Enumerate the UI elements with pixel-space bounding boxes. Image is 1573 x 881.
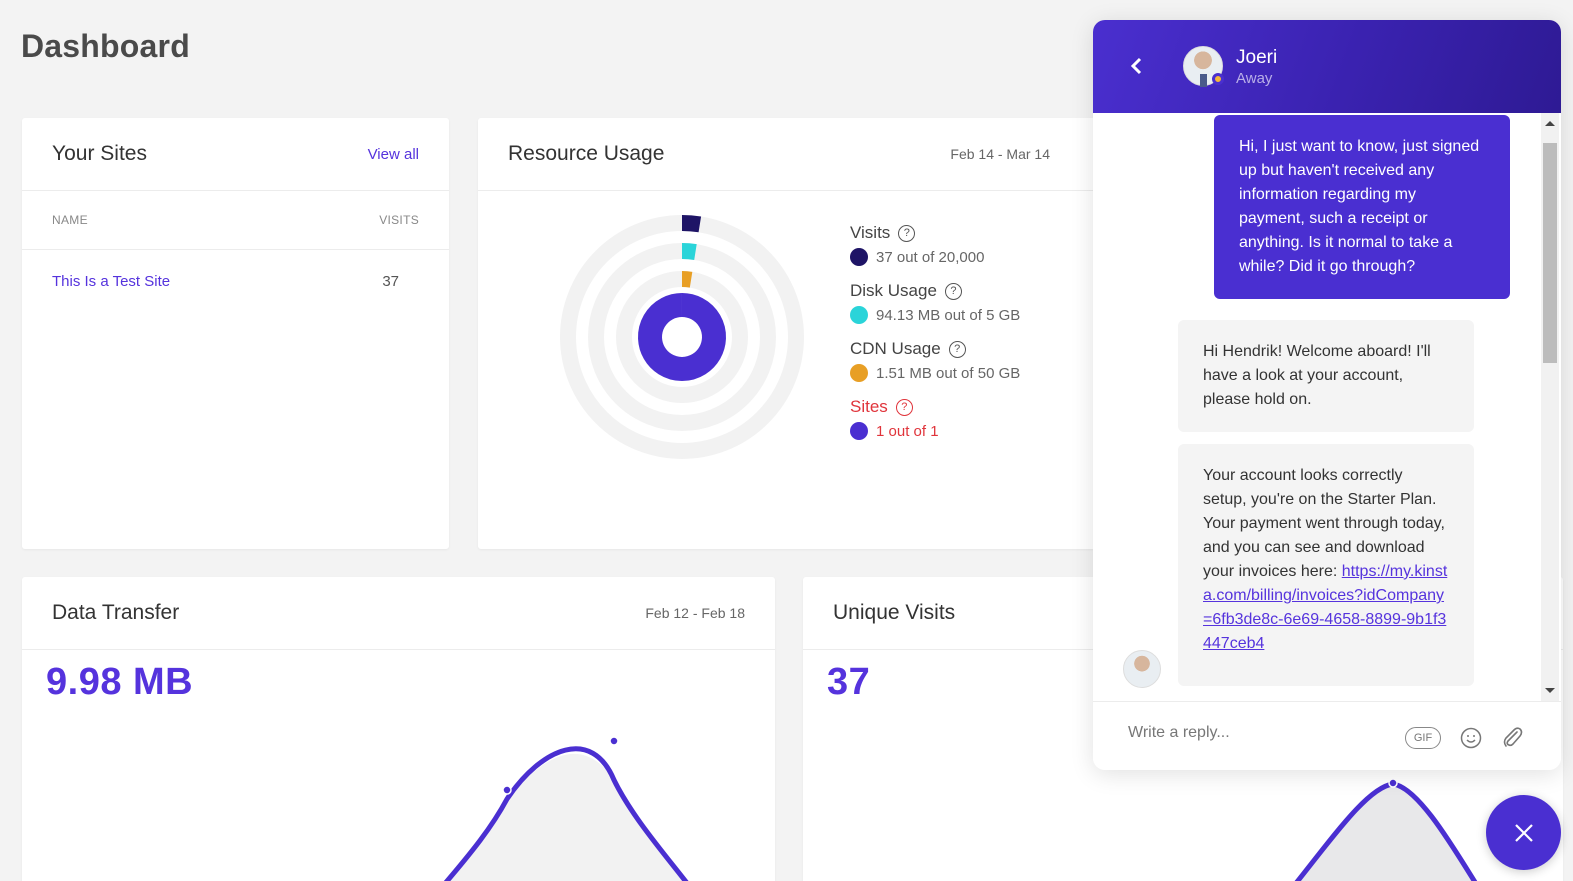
legend-disk-label: Disk Usage [850,281,937,300]
reply-input[interactable] [1128,724,1388,742]
unique-visits-total: 37 [827,661,871,703]
resource-date-range: Feb 14 - Mar 14 [950,146,1050,162]
legend-sites: Sites? 1 out of 1 [850,396,1020,440]
column-visits: VISITS [379,213,419,227]
agent-message: Hi Hendrik! Welcome aboard! I'll have a … [1178,320,1474,432]
paperclip-icon[interactable] [1501,726,1523,750]
legend-cdn-value: 1.51 MB out of 50 GB [876,364,1021,382]
chat-messages: Hi, I just want to know, just signed up … [1093,113,1561,701]
agent-status: Away [1236,70,1273,87]
ring-arc-visits [681,215,702,233]
view-all-link[interactable]: View all [368,146,419,163]
data-transfer-area [447,753,685,881]
data-point [502,785,512,795]
close-chat-button[interactable] [1486,795,1561,870]
legend-visits-value: 37 out of 20,000 [876,248,985,266]
site-link[interactable]: This Is a Test Site [52,273,170,290]
gif-button[interactable]: GIF [1405,727,1441,749]
unique-visits-area [1297,784,1475,881]
legend-sites-value: 1 out of 1 [876,422,939,440]
data-transfer-card: Data Transfer Feb 12 - Feb 18 9.98 MB [22,577,775,881]
ring-arc-cdn-usage [681,271,693,288]
resource-radial-chart [560,215,804,459]
scroll-thumb[interactable] [1543,143,1557,363]
user-message: Hi, I just want to know, just signed up … [1214,115,1510,299]
agent-name: Joeri [1236,47,1278,68]
back-chevron-icon[interactable] [1123,52,1151,80]
disk-color-dot [850,306,868,324]
help-icon[interactable]: ? [944,282,962,300]
away-status-dot [1212,73,1224,85]
page-title: Dashboard [21,28,190,64]
scroll-up-arrow-icon[interactable] [1545,121,1555,126]
data-transfer-date-range: Feb 12 - Feb 18 [645,605,745,621]
visits-color-dot [850,248,868,266]
legend-disk-usage: Disk Usage? 94.13 MB out of 5 GB [850,280,1020,324]
your-sites-title: Your Sites [52,142,147,165]
chat-widget: Joeri Away Hi, I just want to know, just… [1093,20,1561,770]
emoji-icon[interactable] [1460,727,1482,749]
data-point [1388,778,1398,788]
cdn-color-dot [850,364,868,382]
help-icon[interactable]: ? [948,340,966,358]
agent-message: Your account looks correctly setup, you'… [1178,444,1474,686]
legend-cdn-label: CDN Usage [850,339,941,358]
legend-visits-label: Visits [850,223,891,242]
table-row: This Is a Test Site 37 [22,250,449,313]
scroll-down-arrow-icon[interactable] [1545,688,1555,693]
site-visits: 37 [382,273,399,290]
unique-visits-title: Unique Visits [833,601,956,624]
help-icon[interactable]: ? [895,398,913,416]
data-point [609,737,619,746]
legend-visits: Visits? 37 out of 20,000 [850,222,1020,266]
column-name: NAME [52,213,88,227]
sites-color-dot [850,422,868,440]
data-transfer-total: 9.98 MB [46,661,194,703]
legend-disk-value: 94.13 MB out of 5 GB [876,306,1021,324]
legend-sites-label: Sites [850,397,888,416]
agent-small-avatar [1123,650,1161,688]
sites-table-header: NAME VISITS [22,191,449,250]
data-transfer-title: Data Transfer [52,601,180,624]
chat-header: Joeri Away [1093,20,1561,113]
your-sites-card: Your Sites View all NAME VISITS This Is … [22,118,449,549]
resource-usage-title: Resource Usage [508,142,665,165]
resource-legend: Visits? 37 out of 20,000 Disk Usage? 94.… [850,222,1020,454]
chat-scrollbar[interactable] [1541,113,1559,701]
close-icon [1514,823,1533,842]
data-transfer-chart [443,737,689,881]
ring-arc-disk-usage [681,243,697,260]
ring-arc-sites [638,293,726,381]
chat-composer: GIF [1093,701,1561,770]
help-icon[interactable]: ? [898,224,916,242]
legend-cdn-usage: CDN Usage? 1.51 MB out of 50 GB [850,338,1020,382]
